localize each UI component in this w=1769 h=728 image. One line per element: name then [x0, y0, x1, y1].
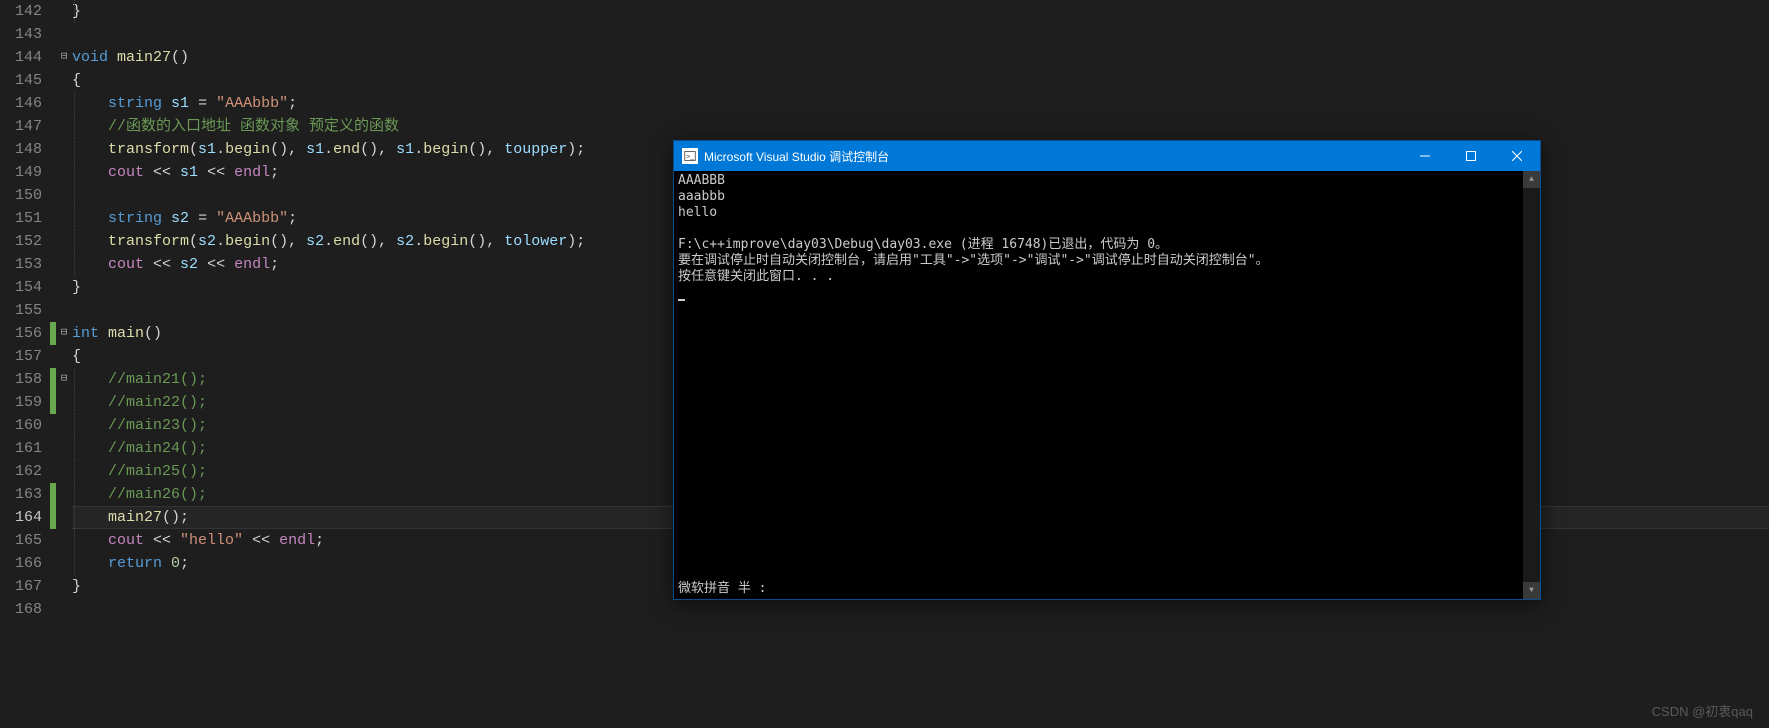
- line-number: 166: [0, 552, 42, 575]
- minimize-button[interactable]: [1402, 141, 1448, 171]
- line-number: 162: [0, 460, 42, 483]
- line-number: 143: [0, 23, 42, 46]
- fold-spacer: [56, 414, 72, 437]
- scrollbar-up-button[interactable]: ▲: [1523, 171, 1540, 188]
- code-line[interactable]: [72, 23, 1769, 46]
- line-number: 161: [0, 437, 42, 460]
- fold-spacer: [56, 23, 72, 46]
- line-number: 148: [0, 138, 42, 161]
- scrollbar-down-button[interactable]: ▼: [1523, 582, 1540, 599]
- fold-spacer: [56, 184, 72, 207]
- line-number: 142: [0, 0, 42, 23]
- fold-spacer: [56, 0, 72, 23]
- line-number: 158: [0, 368, 42, 391]
- line-number: 152: [0, 230, 42, 253]
- line-number: 168: [0, 598, 42, 621]
- close-button[interactable]: [1494, 141, 1540, 171]
- line-number: 165: [0, 529, 42, 552]
- fold-spacer: [56, 69, 72, 92]
- console-body: AAABBB aaabbb hello F:\c++improve\day03\…: [674, 171, 1540, 599]
- svg-text:>_: >_: [686, 153, 694, 160]
- line-number: 164: [0, 506, 42, 529]
- fold-spacer: [56, 230, 72, 253]
- fold-toggle-icon[interactable]: ⊟: [56, 322, 72, 345]
- fold-spacer: [56, 529, 72, 552]
- console-scrollbar[interactable]: ▲ ▼: [1523, 171, 1540, 599]
- line-number: 160: [0, 414, 42, 437]
- fold-spacer: [56, 506, 72, 529]
- line-number: 154: [0, 276, 42, 299]
- fold-toggle-icon[interactable]: ⊟: [56, 46, 72, 69]
- fold-spacer: [56, 552, 72, 575]
- fold-column[interactable]: ⊟ ⊟ ⊟: [56, 0, 72, 728]
- line-number: 155: [0, 299, 42, 322]
- line-number: 167: [0, 575, 42, 598]
- line-number: 150: [0, 184, 42, 207]
- fold-toggle-icon[interactable]: ⊟: [56, 368, 72, 391]
- fold-spacer: [56, 598, 72, 621]
- console-cursor: [678, 299, 685, 301]
- line-number: 159: [0, 391, 42, 414]
- line-number: 144: [0, 46, 42, 69]
- fold-spacer: [56, 92, 72, 115]
- line-number: 157: [0, 345, 42, 368]
- fold-spacer: [56, 575, 72, 598]
- line-number: 153: [0, 253, 42, 276]
- code-line[interactable]: [72, 598, 1769, 621]
- console-output[interactable]: AAABBB aaabbb hello F:\c++improve\day03\…: [674, 171, 1523, 599]
- fold-spacer: [56, 299, 72, 322]
- line-number: 149: [0, 161, 42, 184]
- line-number-gutter: 1421431441451461471481491501511521531541…: [0, 0, 50, 728]
- fold-spacer: [56, 460, 72, 483]
- fold-spacer: [56, 115, 72, 138]
- debug-console-window[interactable]: >_ Microsoft Visual Studio 调试控制台 AAABBB …: [673, 140, 1541, 600]
- console-title: Microsoft Visual Studio 调试控制台: [704, 148, 1402, 165]
- fold-spacer: [56, 161, 72, 184]
- code-line[interactable]: }: [72, 0, 1769, 23]
- fold-spacer: [56, 345, 72, 368]
- fold-spacer: [56, 391, 72, 414]
- code-line[interactable]: {: [72, 69, 1769, 92]
- line-number: 163: [0, 483, 42, 506]
- console-app-icon: >_: [682, 148, 698, 164]
- line-number: 156: [0, 322, 42, 345]
- code-line[interactable]: string s1 = "AAAbbb";: [72, 92, 1769, 115]
- maximize-button[interactable]: [1448, 141, 1494, 171]
- fold-spacer: [56, 437, 72, 460]
- code-line[interactable]: //函数的入口地址 函数对象 预定义的函数: [72, 115, 1769, 138]
- console-titlebar[interactable]: >_ Microsoft Visual Studio 调试控制台: [674, 141, 1540, 171]
- line-number: 146: [0, 92, 42, 115]
- fold-spacer: [56, 253, 72, 276]
- code-line[interactable]: void main27(): [72, 46, 1769, 69]
- line-number: 145: [0, 69, 42, 92]
- ime-status: 微软拼音 半 :: [678, 581, 766, 597]
- scrollbar-track[interactable]: [1523, 188, 1540, 582]
- fold-spacer: [56, 207, 72, 230]
- fold-spacer: [56, 138, 72, 161]
- line-number: 151: [0, 207, 42, 230]
- line-number: 147: [0, 115, 42, 138]
- fold-spacer: [56, 483, 72, 506]
- fold-spacer: [56, 276, 72, 299]
